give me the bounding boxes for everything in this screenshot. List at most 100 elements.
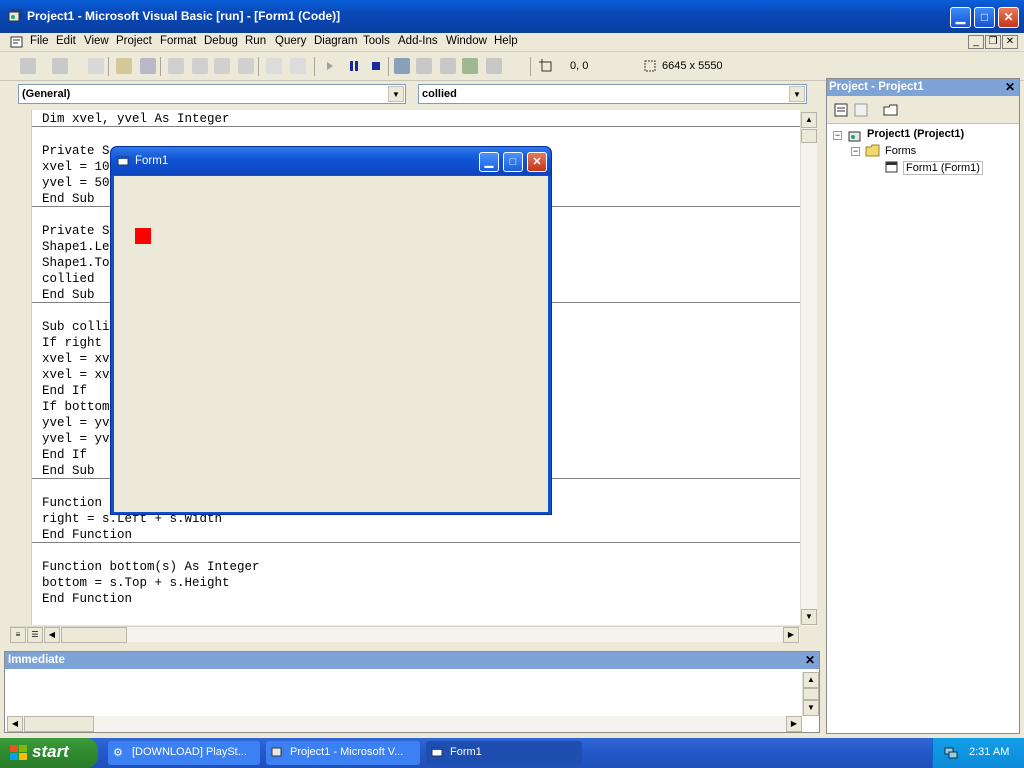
save-project-icon[interactable] — [140, 58, 156, 74]
form-icon[interactable] — [117, 155, 129, 170]
code-line[interactable]: Sub colli — [42, 319, 110, 335]
code-line[interactable]: End Sub — [42, 287, 95, 303]
taskbar-item-download[interactable]: ⚙ [DOWNLOAD] PlaySt... — [108, 741, 260, 765]
code-vertical-scrollbar[interactable]: ▲ ▼ — [800, 112, 817, 626]
scroll-thumb[interactable] — [803, 688, 819, 700]
code-line[interactable]: xvel = 10 — [42, 159, 110, 175]
menu-query[interactable]: Query — [275, 35, 306, 47]
form1-window[interactable]: Form1 ▁ □ ✕ — [110, 146, 552, 515]
code-line[interactable]: End Function — [42, 591, 132, 607]
add-form-icon[interactable] — [52, 58, 68, 74]
maximize-button[interactable]: □ — [974, 7, 995, 28]
code-line[interactable]: Dim xvel, yvel As Integer — [42, 111, 230, 127]
scroll-up-icon[interactable]: ▲ — [801, 112, 817, 128]
taskbar-item-form1[interactable]: Form1 — [426, 741, 582, 765]
scroll-down-icon[interactable]: ▼ — [801, 609, 817, 625]
title-bar[interactable]: Project1 - Microsoft Visual Basic [run] … — [0, 0, 1024, 33]
taskbar-item-vb[interactable]: Project1 - Microsoft V... — [266, 741, 420, 765]
code-line[interactable]: Function bottom(s) As Integer — [42, 559, 260, 575]
scroll-left-icon[interactable]: ◀ — [7, 716, 23, 732]
chevron-down-icon[interactable]: ▼ — [789, 86, 805, 102]
project-explorer-pane[interactable]: Project - Project1 ✕ − Project1 (Project… — [826, 78, 1020, 734]
margin-indicator-bar[interactable] — [10, 110, 32, 625]
full-module-view-icon[interactable]: ☰ — [27, 627, 43, 643]
collapse-icon[interactable]: − — [833, 131, 842, 140]
menu-editor-icon[interactable] — [88, 58, 104, 74]
toggle-folders-icon[interactable] — [883, 102, 899, 118]
code-line[interactable]: yvel = 50 — [42, 175, 110, 191]
mdi-close-button[interactable]: ✕ — [1002, 35, 1018, 49]
minimize-button[interactable]: ▁ — [950, 7, 971, 28]
code-line[interactable]: bottom = s.Top + s.Height — [42, 575, 230, 591]
code-line[interactable]: yvel = yv — [42, 415, 110, 431]
tree-form1-item[interactable]: Form1 (Form1) — [903, 161, 983, 175]
collapse-icon[interactable]: − — [851, 147, 860, 156]
form1-maximize-button[interactable]: □ — [503, 152, 523, 172]
start-icon[interactable] — [322, 58, 338, 74]
object-browser-icon[interactable] — [462, 58, 478, 74]
immediate-vertical-scrollbar[interactable]: ▲ ▼ — [802, 672, 819, 716]
code-line[interactable]: Shape1.To — [42, 255, 110, 271]
immediate-close-icon[interactable]: ✕ — [803, 653, 817, 667]
menu-file[interactable]: File — [30, 35, 49, 47]
menu-window[interactable]: Window — [446, 35, 487, 47]
find-icon[interactable] — [238, 58, 254, 74]
code-line[interactable]: End Sub — [42, 191, 95, 207]
immediate-window[interactable]: Immediate ✕ ▲ ▼ ◀ ▶ — [4, 651, 820, 733]
scroll-thumb[interactable] — [24, 716, 94, 732]
scroll-up-icon[interactable]: ▲ — [803, 672, 819, 688]
view-code-icon[interactable] — [833, 102, 849, 118]
project-explorer-close-icon[interactable]: ✕ — [1003, 80, 1017, 94]
immediate-horizontal-scrollbar[interactable]: ◀ ▶ — [7, 716, 802, 732]
code-horizontal-scrollbar[interactable]: ≡ ☰ ◀ ▶ — [10, 626, 800, 643]
form1-client-area[interactable] — [114, 176, 548, 512]
form1-title-bar[interactable]: Form1 ▁ □ ✕ — [111, 147, 551, 175]
code-line[interactable]: End If — [42, 447, 87, 463]
view-object-icon[interactable] — [853, 102, 869, 118]
tree-project-root[interactable]: Project1 (Project1) — [867, 128, 964, 140]
paste-icon[interactable] — [214, 58, 230, 74]
open-project-icon[interactable] — [116, 58, 132, 74]
code-line[interactable]: Shape1.Le — [42, 239, 110, 255]
scroll-right-icon[interactable]: ▶ — [783, 627, 799, 643]
procedure-combo[interactable]: collied ▼ — [418, 84, 807, 104]
menu-help[interactable]: Help — [494, 35, 518, 47]
code-line[interactable]: xvel = xv — [42, 351, 110, 367]
code-line[interactable]: End Sub — [42, 463, 95, 479]
scroll-left-icon[interactable]: ◀ — [44, 627, 60, 643]
scroll-down-icon[interactable]: ▼ — [803, 700, 819, 716]
tree-forms-folder[interactable]: Forms — [885, 145, 916, 157]
object-combo[interactable]: (General) ▼ — [18, 84, 406, 104]
form1-close-button[interactable]: ✕ — [527, 152, 547, 172]
code-line[interactable]: yvel = yv — [42, 431, 110, 447]
menu-diagram[interactable]: Diagram — [314, 35, 357, 47]
mdi-restore-button[interactable]: ❐ — [985, 35, 1001, 49]
clock[interactable]: 2:31 AM — [969, 746, 1009, 758]
break-icon[interactable] — [346, 58, 362, 74]
menu-view[interactable]: View — [84, 35, 109, 47]
close-button[interactable]: ✕ — [998, 7, 1019, 28]
code-line[interactable]: If right — [42, 335, 102, 351]
copy-icon[interactable] — [192, 58, 208, 74]
undo-icon[interactable] — [266, 58, 282, 74]
code-line[interactable]: xvel = xv — [42, 367, 110, 383]
code-line[interactable]: Private S — [42, 143, 110, 159]
properties-window-icon[interactable] — [416, 58, 432, 74]
start-button[interactable]: start — [0, 738, 98, 768]
menu-tools[interactable]: Tools — [363, 35, 390, 47]
menu-project[interactable]: Project — [116, 35, 152, 47]
code-line[interactable]: End Function — [42, 527, 132, 543]
end-icon[interactable] — [368, 58, 384, 74]
toolbox-icon[interactable] — [486, 58, 502, 74]
scroll-right-icon[interactable]: ▶ — [786, 716, 802, 732]
scroll-thumb[interactable] — [61, 627, 127, 643]
code-line[interactable]: End If — [42, 383, 87, 399]
code-line[interactable]: If bottom — [42, 399, 110, 415]
code-line[interactable]: Private S — [42, 223, 110, 239]
cut-icon[interactable] — [168, 58, 184, 74]
mdi-minimize-button[interactable]: _ — [968, 35, 984, 49]
code-line[interactable]: collied — [42, 271, 95, 287]
add-project-icon[interactable] — [20, 58, 36, 74]
form-layout-icon[interactable] — [440, 58, 456, 74]
code-window-icon[interactable] — [10, 36, 24, 52]
